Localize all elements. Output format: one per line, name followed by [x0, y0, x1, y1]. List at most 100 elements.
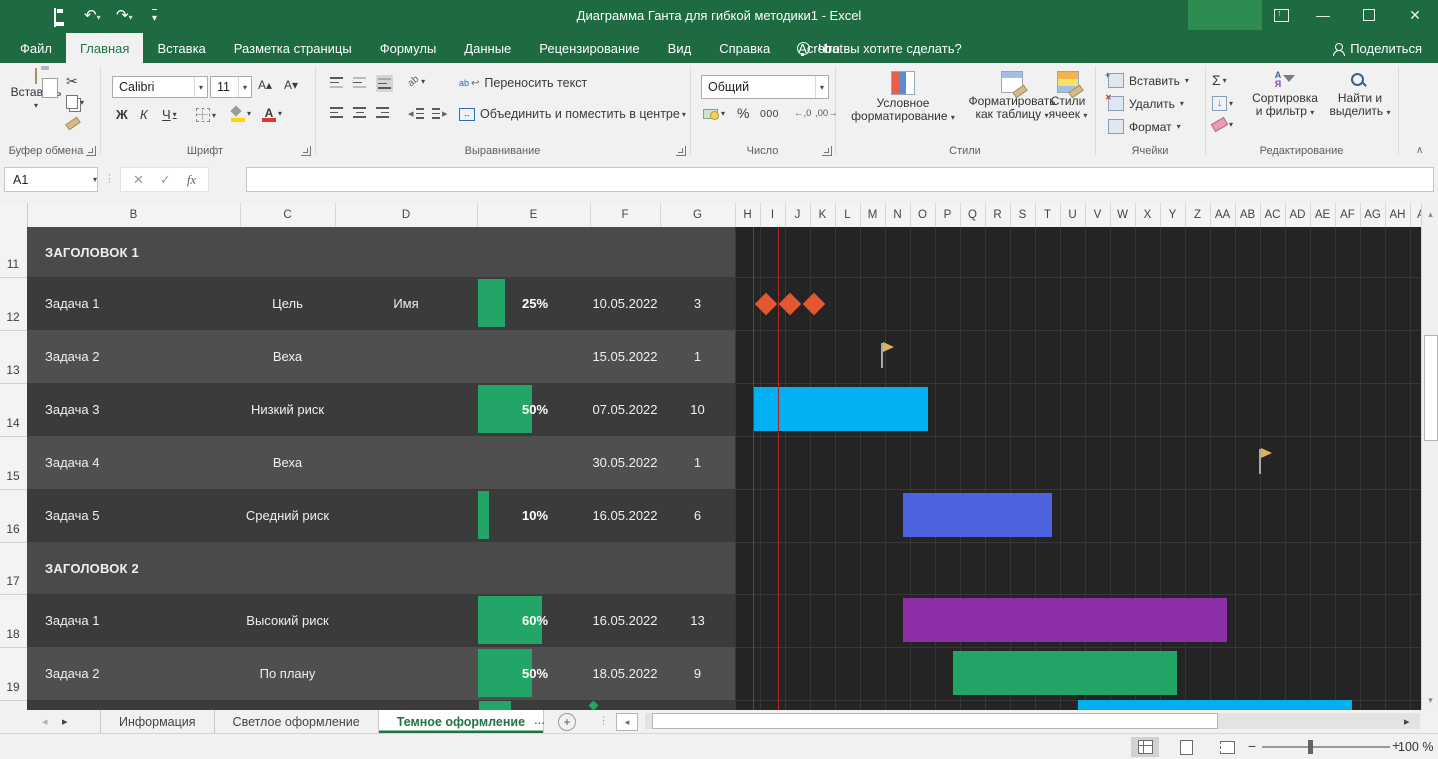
align-middle-icon[interactable] [353, 77, 366, 88]
sheet-tab-информация[interactable]: Информация [100, 710, 215, 733]
menu-tab-рецензирование[interactable]: Рецензирование [525, 33, 653, 63]
cancel-entry-icon[interactable]: ✕ [133, 172, 144, 188]
insert-cells-button[interactable]: + Вставить ▾ [1105, 70, 1189, 88]
menu-tab-разметка-страницы[interactable]: Разметка страницы [220, 33, 366, 63]
autosum-button[interactable]: Σ ▾ [1212, 72, 1227, 88]
page-break-view-icon[interactable] [1213, 737, 1241, 757]
sheet-tab-темное-оформление[interactable]: Темное оформление [378, 710, 545, 733]
menu-tab-вставка[interactable]: Вставка [143, 33, 219, 63]
menu-tab-данные[interactable]: Данные [450, 33, 525, 63]
gantt-bar-row19[interactable] [953, 651, 1177, 695]
column-header-W[interactable]: W [1110, 203, 1135, 227]
sheet-tab-светлое-оформление[interactable]: Светлое оформление [215, 710, 379, 733]
sort-filter-button[interactable]: АЯ Сортировка и фильтр ▾ [1246, 71, 1324, 119]
column-header-C[interactable]: C [240, 203, 335, 227]
column-header-I[interactable]: I [760, 203, 785, 227]
decrease-indent-icon[interactable]: ◂ [408, 107, 424, 120]
column-header-AG[interactable]: AG [1360, 203, 1385, 227]
hscroll-right-icon[interactable]: ▸ [1404, 715, 1410, 728]
alignment-dialog-launcher[interactable] [676, 146, 686, 156]
normal-view-icon[interactable] [1131, 737, 1159, 757]
column-header-AH[interactable]: AH [1385, 203, 1410, 227]
sheet-nav-left-icon[interactable]: ◂ [42, 715, 48, 728]
share-button[interactable]: Поделиться [1333, 33, 1422, 63]
gantt-bar-row18[interactable] [903, 598, 1227, 642]
hscroll-left-icon[interactable]: ◂ [616, 713, 638, 731]
align-top-icon[interactable] [330, 77, 343, 88]
confirm-entry-icon[interactable]: ✓ [160, 172, 171, 188]
minimize-button[interactable]: — [1306, 0, 1340, 30]
gantt-flag-row15[interactable] [1261, 448, 1272, 458]
maximize-button[interactable] [1352, 0, 1386, 30]
fill-color-icon[interactable]: ▾ [230, 105, 251, 122]
account-avatar[interactable] [1188, 0, 1262, 30]
number-format-combo[interactable]: Общий ▾ [701, 75, 829, 99]
ribbon-display-options-icon[interactable] [1264, 0, 1298, 30]
name-box[interactable]: A1 ▾ [4, 167, 98, 192]
column-header-B[interactable]: B [27, 203, 240, 227]
column-header-AC[interactable]: AC [1260, 203, 1285, 227]
vertical-scrollbar[interactable]: ▴ ▾ [1421, 203, 1438, 710]
column-header-Z[interactable]: Z [1185, 203, 1210, 227]
format-cells-button[interactable]: Формат ▾ [1108, 119, 1181, 134]
zoom-out-icon[interactable]: − [1248, 738, 1256, 754]
column-header-Y[interactable]: Y [1160, 203, 1185, 227]
zoom-level[interactable]: 100 % [1398, 740, 1433, 754]
accounting-format-icon[interactable]: ▾ [703, 107, 725, 120]
bold-button[interactable]: Ж [116, 107, 128, 122]
column-header-AD[interactable]: AD [1285, 203, 1310, 227]
gantt-bar-row14[interactable] [753, 387, 928, 431]
wrap-text-button[interactable]: ab ↩ Переносить текст [459, 76, 587, 90]
column-header-O[interactable]: O [910, 203, 935, 227]
tabbar-splitter[interactable]: ⋮ [598, 714, 609, 727]
font-size-combo[interactable]: 11 ▾ [210, 76, 252, 98]
menu-tab-главная[interactable]: Главная [65, 33, 144, 63]
scroll-down-icon[interactable]: ▾ [1422, 695, 1438, 706]
horizontal-scrollbar[interactable] [645, 713, 1420, 729]
decrease-decimal-icon[interactable]: ,00→ [815, 108, 838, 119]
align-left-icon[interactable] [330, 107, 343, 118]
page-layout-view-icon[interactable] [1172, 737, 1200, 757]
formula-bar-splitter[interactable]: ⋮ [104, 172, 115, 185]
comma-style-icon[interactable]: 000 [760, 108, 779, 120]
font-name-combo[interactable]: Calibri ▾ [112, 76, 208, 98]
column-header-H[interactable]: H [735, 203, 760, 227]
number-dialog-launcher[interactable] [822, 146, 832, 156]
underline-button[interactable]: Ч ▾ [162, 107, 177, 122]
percent-style-icon[interactable]: % [737, 105, 749, 121]
vertical-scroll-thumb[interactable] [1424, 335, 1438, 441]
increase-indent-icon[interactable]: ▸ [432, 107, 448, 120]
fill-button[interactable]: ↓ ▾ [1212, 96, 1233, 111]
column-header-M[interactable]: M [860, 203, 885, 227]
font-dialog-launcher[interactable] [301, 146, 311, 156]
column-header-J[interactable]: J [785, 203, 810, 227]
cut-icon[interactable]: ✂ [66, 73, 78, 90]
column-header-AF[interactable]: AF [1335, 203, 1360, 227]
horizontal-scroll-thumb[interactable] [652, 713, 1218, 729]
borders-icon[interactable]: ▾ [196, 108, 216, 122]
cell-styles-button[interactable]: Стили ячеек ▾ [1042, 71, 1094, 122]
clear-button[interactable]: ▾ [1210, 116, 1233, 133]
column-header-G[interactable]: G [660, 203, 735, 227]
close-button[interactable]: ✕ [1398, 0, 1432, 30]
insert-function-icon[interactable]: fx [187, 172, 196, 188]
align-bottom-icon[interactable] [376, 75, 393, 92]
copy-icon[interactable]: ▾ [66, 95, 84, 109]
paste-button[interactable]: Вставить ▾ [10, 68, 62, 112]
gantt-bar-row16[interactable] [903, 493, 1052, 537]
column-header-T[interactable]: T [1035, 203, 1060, 227]
column-header-K[interactable]: K [810, 203, 835, 227]
column-header-U[interactable]: U [1060, 203, 1085, 227]
delete-cells-button[interactable]: ✕ Удалить ▾ [1105, 93, 1184, 111]
column-header-E[interactable]: E [477, 203, 590, 227]
decrease-font-icon[interactable]: A▾ [284, 78, 298, 92]
column-header-D[interactable]: D [335, 203, 477, 227]
column-header-S[interactable]: S [1010, 203, 1035, 227]
column-header-AB[interactable]: AB [1235, 203, 1260, 227]
column-header-F[interactable]: F [590, 203, 660, 227]
menu-tab-формулы[interactable]: Формулы [366, 33, 451, 63]
menu-tab-вид[interactable]: Вид [654, 33, 706, 63]
scroll-up-icon[interactable]: ▴ [1422, 209, 1438, 220]
sheet-nav-right-icon[interactable]: ▸ [62, 715, 68, 728]
align-right-icon[interactable] [376, 107, 389, 118]
